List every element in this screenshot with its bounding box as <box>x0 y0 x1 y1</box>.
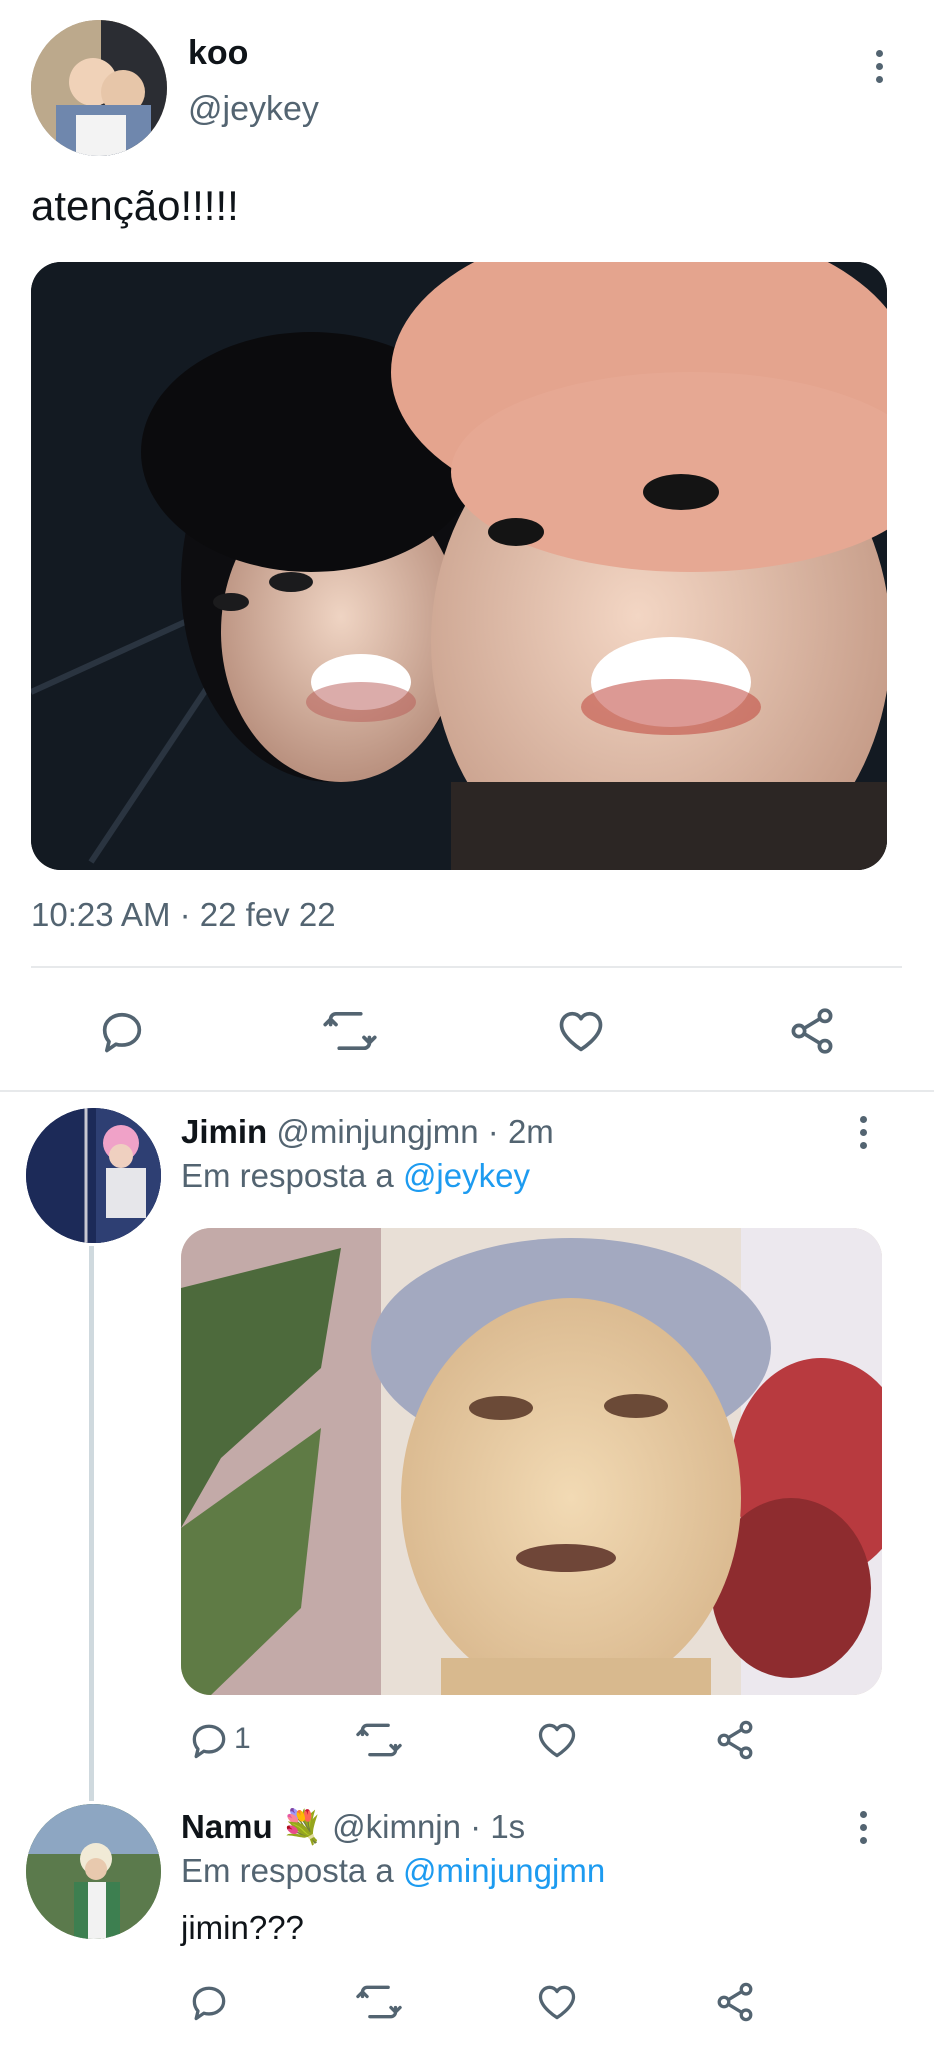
reply-prefix: Em resposta a <box>181 1157 394 1194</box>
tweet-image[interactable] <box>31 262 887 870</box>
tweet-time: 10:23 AM <box>31 896 171 933</box>
reply-handle[interactable]: @kimnjn <box>332 1808 461 1845</box>
share-icon[interactable] <box>786 1005 838 1057</box>
share-icon[interactable] <box>713 1718 757 1762</box>
avatar-photo <box>26 1804 161 1939</box>
reply-image[interactable] <box>181 1228 882 1695</box>
heart-icon[interactable] <box>535 1718 579 1762</box>
author-avatar[interactable] <box>31 20 167 156</box>
retweet-icon[interactable] <box>355 1718 403 1762</box>
reply-prefix: Em resposta a <box>181 1852 394 1889</box>
reply-display-name[interactable]: Namu <box>181 1808 273 1845</box>
reply-to-handle[interactable]: @jeykey <box>403 1157 530 1194</box>
reply-handle[interactable]: @minjungjmn <box>276 1113 478 1150</box>
reply-avatar-jimin[interactable] <box>26 1108 161 1243</box>
reply-header: Namu 💐 @kimnjn · 1s <box>181 1808 525 1847</box>
reply-header: Jimin @minjungjmn · 2m <box>181 1113 554 1151</box>
reply-time: · 1s <box>470 1808 526 1845</box>
avatar-photo <box>26 1108 161 1243</box>
more-icon[interactable] <box>871 50 887 90</box>
reply-icon[interactable] <box>96 1005 148 1057</box>
reply-icon[interactable] <box>187 1980 231 2024</box>
tweet-image-photo <box>31 262 887 870</box>
replying-to: Em resposta a @minjungjmn <box>181 1852 605 1890</box>
reply-icon[interactable] <box>187 1718 231 1762</box>
name-emoji: 💐 <box>281 1808 323 1845</box>
replying-to: Em resposta a @jeykey <box>181 1157 530 1195</box>
author-handle[interactable]: @jeykey <box>188 90 319 129</box>
retweet-icon[interactable] <box>322 1005 378 1057</box>
retweet-icon[interactable] <box>355 1980 403 2024</box>
reply-time: · 2m <box>487 1113 554 1150</box>
reply-count: 1 <box>234 1722 251 1755</box>
section-divider <box>0 1090 934 1092</box>
reply-to-handle[interactable]: @minjungjmn <box>403 1852 605 1889</box>
tweet-text: atenção!!!!! <box>31 182 239 229</box>
tweet-timestamp: 10:23 AM · 22 fev 22 <box>31 896 336 934</box>
reply-text: jimin??? <box>181 1909 304 1946</box>
tweet-date: 22 fev 22 <box>199 896 336 933</box>
thread-line <box>89 1246 94 1801</box>
reply-avatar-namu[interactable] <box>26 1804 161 1939</box>
avatar-photo <box>31 20 167 156</box>
heart-icon[interactable] <box>535 1980 579 2024</box>
more-icon[interactable] <box>855 1116 871 1156</box>
reply-image-photo <box>181 1228 882 1695</box>
author-display-name[interactable]: koo <box>188 34 248 73</box>
timestamp-separator: · <box>179 896 200 933</box>
tweet-divider <box>31 966 902 968</box>
share-icon[interactable] <box>713 1980 757 2024</box>
reply-display-name[interactable]: Jimin <box>181 1113 267 1150</box>
heart-icon[interactable] <box>555 1005 607 1057</box>
more-icon[interactable] <box>855 1811 871 1851</box>
